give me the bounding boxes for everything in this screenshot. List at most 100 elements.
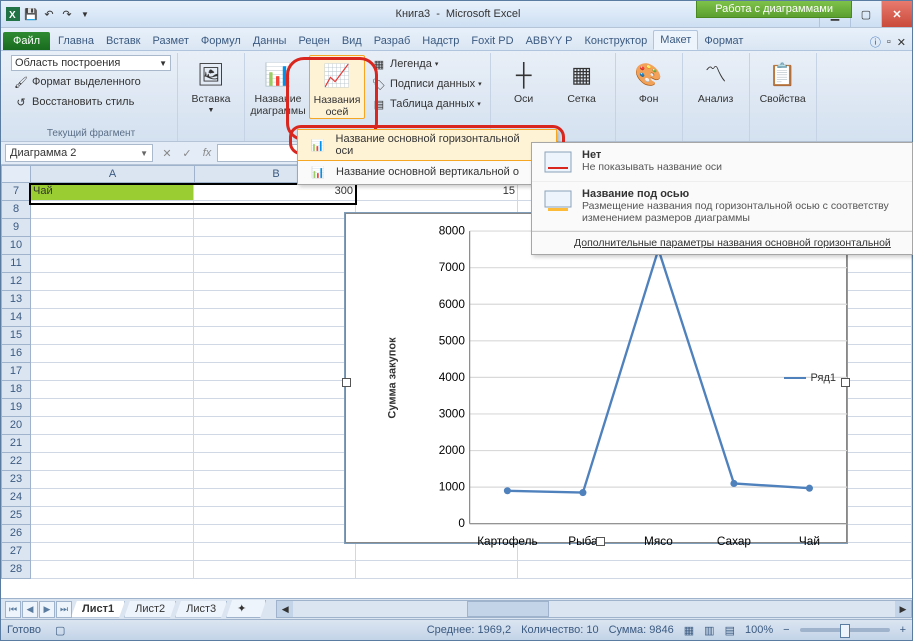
cell[interactable] <box>194 525 356 543</box>
cell[interactable] <box>518 561 912 579</box>
fx-icon[interactable]: fx <box>197 143 217 163</box>
cell[interactable] <box>31 435 194 453</box>
cell[interactable] <box>194 201 356 219</box>
cell[interactable] <box>194 471 356 489</box>
cancel-fx-icon[interactable]: ✕ <box>157 143 177 163</box>
name-box[interactable]: Диаграмма 2▼ <box>5 144 153 162</box>
row-header[interactable]: 25 <box>1 507 31 525</box>
cell[interactable] <box>194 309 356 327</box>
reset-style-button[interactable]: ↺Восстановить стиль <box>11 93 171 111</box>
cell[interactable] <box>194 381 356 399</box>
row-header[interactable]: 19 <box>1 399 31 417</box>
gridlines-button[interactable]: ▦Сетка <box>555 55 609 105</box>
row-header[interactable]: 15 <box>1 327 31 345</box>
cell[interactable] <box>31 543 194 561</box>
format-selection-button[interactable]: 🖌Формат выделенного <box>11 73 171 91</box>
cell[interactable] <box>194 489 356 507</box>
tab-addins[interactable]: Надстр <box>416 32 465 50</box>
sheet-tab-1[interactable]: Лист1 <box>71 601 125 618</box>
cell[interactable] <box>31 327 194 345</box>
cell[interactable] <box>194 399 356 417</box>
data-table-button[interactable]: ▤Таблица данных▾ <box>369 95 484 113</box>
cell[interactable] <box>31 309 194 327</box>
macro-record-icon[interactable]: ▢ <box>55 624 65 637</box>
option-none[interactable]: НетНе показывать название оси <box>532 143 912 182</box>
view-normal-icon[interactable]: ▦ <box>684 624 694 637</box>
option-title-below-axis[interactable]: Название под осьюРазмещение названия под… <box>532 182 912 231</box>
mdi-close-icon[interactable]: ✕ <box>897 36 906 49</box>
row-header[interactable]: 13 <box>1 291 31 309</box>
cell[interactable] <box>194 417 356 435</box>
sheet-tab-3[interactable]: Лист3 <box>175 601 227 618</box>
row-header[interactable]: 21 <box>1 435 31 453</box>
row-header[interactable]: 23 <box>1 471 31 489</box>
tab-home[interactable]: Главна <box>52 32 100 50</box>
qat-dropdown-icon[interactable]: ▼ <box>77 6 93 22</box>
cell[interactable] <box>31 399 194 417</box>
cell[interactable] <box>194 453 356 471</box>
cell[interactable] <box>31 417 194 435</box>
row-header[interactable]: 7 <box>1 183 31 201</box>
row-header[interactable]: 27 <box>1 543 31 561</box>
tab-layout[interactable]: Макет <box>653 30 698 50</box>
cell[interactable] <box>31 489 194 507</box>
cell[interactable] <box>31 291 194 309</box>
cell[interactable] <box>31 471 194 489</box>
tab-pagelayout[interactable]: Размет <box>147 32 195 50</box>
scroll-left-icon[interactable]: ◀ <box>277 601 293 617</box>
chart-title-button[interactable]: 📊Название диаграммы <box>251 55 305 117</box>
cell[interactable] <box>31 381 194 399</box>
new-sheet-button[interactable]: ✦ <box>226 600 266 618</box>
col-header-a[interactable]: A <box>31 165 195 183</box>
tab-format[interactable]: Формат <box>698 32 749 50</box>
cell[interactable] <box>194 561 356 579</box>
data-labels-button[interactable]: 🏷Подписи данных▾ <box>369 75 484 93</box>
embedded-chart[interactable]: Сумма закупок 01000200030004000500060007… <box>345 213 847 543</box>
sheet-nav-next-icon[interactable]: ▶ <box>39 601 55 618</box>
maximize-button[interactable]: ▢ <box>850 1 881 27</box>
row-header[interactable]: 24 <box>1 489 31 507</box>
select-all-corner[interactable] <box>1 165 31 183</box>
chart-plot-area[interactable]: 010002000300040005000600070008000Картофе… <box>386 224 886 552</box>
row-header[interactable]: 16 <box>1 345 31 363</box>
cell[interactable] <box>194 291 356 309</box>
tab-data[interactable]: Данны <box>247 32 293 50</box>
cell[interactable] <box>194 543 356 561</box>
row-header[interactable]: 11 <box>1 255 31 273</box>
cell[interactable] <box>31 525 194 543</box>
row-header[interactable]: 26 <box>1 525 31 543</box>
cell[interactable]: 300 <box>194 183 356 201</box>
cell[interactable] <box>31 219 194 237</box>
zoom-level[interactable]: 100% <box>745 624 773 636</box>
submenu-vertical-axis-title[interactable]: 📊 Название основной вертикальной о <box>298 160 556 184</box>
cell[interactable] <box>31 255 194 273</box>
zoom-out-icon[interactable]: − <box>783 624 789 636</box>
axes-button[interactable]: ┼Оси <box>497 55 551 105</box>
row-header[interactable]: 8 <box>1 201 31 219</box>
insert-button[interactable]: 🖼Вставка▼ <box>184 55 238 115</box>
tab-view[interactable]: Вид <box>336 32 368 50</box>
selection-field[interactable]: Область построения▼ <box>11 55 171 71</box>
cell[interactable]: 15 <box>356 183 518 201</box>
tab-review[interactable]: Рецен <box>292 32 335 50</box>
tab-foxit[interactable]: Foxit PD <box>465 32 519 50</box>
sheet-nav-first-icon[interactable]: ⏮ <box>5 601 21 618</box>
chart-legend[interactable]: Ряд1 <box>784 372 836 384</box>
cell[interactable] <box>194 363 356 381</box>
view-layout-icon[interactable]: ▥ <box>704 624 714 637</box>
cell[interactable] <box>31 273 194 291</box>
row-header[interactable]: 9 <box>1 219 31 237</box>
tab-formulas[interactable]: Формул <box>195 32 247 50</box>
row-header[interactable]: 10 <box>1 237 31 255</box>
horizontal-scrollbar[interactable]: ◀ ▶ <box>276 600 912 618</box>
cell[interactable] <box>31 363 194 381</box>
axis-titles-button[interactable]: 📈Названия осей <box>309 55 365 119</box>
cell[interactable] <box>194 345 356 363</box>
row-header[interactable]: 28 <box>1 561 31 579</box>
cell[interactable] <box>356 561 518 579</box>
properties-button[interactable]: 📋Свойства <box>756 55 810 105</box>
tab-insert[interactable]: Вставк <box>100 32 147 50</box>
submenu-horizontal-axis-title[interactable]: 📊 Название основной горизонтальной оси ▸ <box>297 129 557 161</box>
cell[interactable]: Чай <box>31 183 194 201</box>
zoom-slider[interactable] <box>800 628 890 632</box>
